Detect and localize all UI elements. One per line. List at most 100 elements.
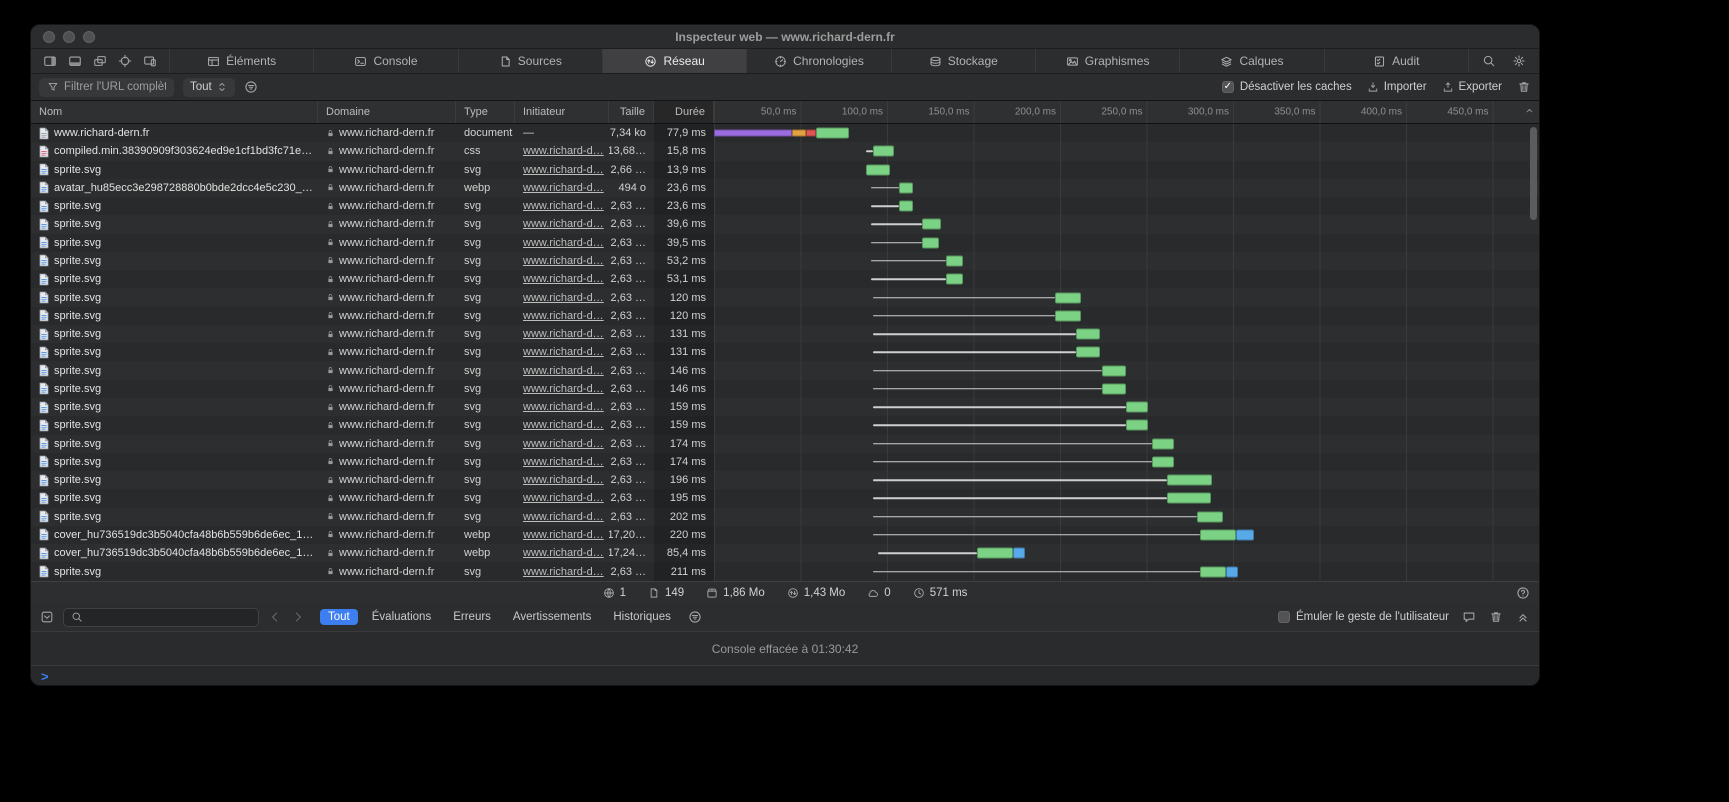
console-prompt-row[interactable]: > <box>31 666 1539 686</box>
help-button[interactable] <box>1516 586 1530 600</box>
initiator-link[interactable]: www.richard-d… <box>523 237 604 249</box>
initiator-link[interactable]: www.richard-d… <box>523 218 604 230</box>
initiator-link[interactable]: www.richard-d… <box>523 346 604 358</box>
initiator-link[interactable]: www.richard-d… <box>523 145 604 157</box>
console-scope-avertissements[interactable]: Avertissements <box>505 609 599 625</box>
initiator-link[interactable]: www.richard-d… <box>523 566 604 578</box>
initiator-link[interactable]: www.richard-d… <box>523 164 604 176</box>
initiator-link[interactable]: www.richard-d… <box>523 511 604 523</box>
console-search-input[interactable] <box>88 611 251 623</box>
table-row[interactable]: sprite.svgwww.richard-dern.frsvgwww.rich… <box>31 252 1539 270</box>
table-row[interactable]: sprite.svgwww.richard-dern.frsvgwww.rich… <box>31 398 1539 416</box>
console-scope-erreurs[interactable]: Erreurs <box>445 609 499 625</box>
previous-result-button[interactable] <box>268 610 282 624</box>
console-pane-icon[interactable] <box>1462 610 1476 624</box>
table-row[interactable]: sprite.svgwww.richard-dern.frsvgwww.rich… <box>31 435 1539 453</box>
column-header-nom[interactable]: Nom <box>31 101 318 123</box>
table-row[interactable]: compiled.min.38390909f303624ed9e1cf1bd3f… <box>31 142 1539 160</box>
initiator-link[interactable]: www.richard-d… <box>523 401 604 413</box>
table-row[interactable]: www.richard-dern.frwww.richard-dern.frdo… <box>31 124 1539 142</box>
table-row[interactable]: sprite.svgwww.richard-dern.frsvgwww.rich… <box>31 325 1539 343</box>
import-button[interactable]: Importer <box>1367 81 1427 93</box>
column-header-duree[interactable]: Durée <box>654 101 714 123</box>
chevron-up-icon[interactable] <box>1524 105 1535 119</box>
table-row[interactable]: sprite.svgwww.richard-dern.frsvgwww.rich… <box>31 380 1539 398</box>
table-row[interactable]: sprite.svgwww.richard-dern.frsvgwww.rich… <box>31 307 1539 325</box>
next-result-button[interactable] <box>291 610 305 624</box>
trash-icon[interactable] <box>1489 610 1503 624</box>
console-scope-tout[interactable]: Tout <box>320 609 358 625</box>
search-icon[interactable] <box>1482 54 1496 68</box>
emulate-user-gesture-checkbox[interactable]: Émuler le geste de l'utilisateur <box>1278 611 1449 623</box>
table-row[interactable]: avatar_hu85ecc3e298728880b0bde2dcc4e5c23… <box>31 179 1539 197</box>
table-row[interactable]: sprite.svgwww.richard-dern.frsvgwww.rich… <box>31 508 1539 526</box>
initiator-link[interactable]: www.richard-d… <box>523 255 604 267</box>
tab-audit[interactable]: Audit <box>1324 49 1468 73</box>
initiator-link[interactable]: www.richard-d… <box>523 365 604 377</box>
disable-caches-checkbox[interactable]: Désactiver les caches <box>1222 81 1352 93</box>
initiator-link[interactable]: www.richard-d… <box>523 419 604 431</box>
table-row[interactable]: sprite.svgwww.richard-dern.frsvgwww.rich… <box>31 288 1539 306</box>
table-row[interactable]: cover_hu736519dc3b5040cfa48b6b559b6de6ec… <box>31 526 1539 544</box>
column-header-type[interactable]: Type <box>456 101 515 123</box>
console-scope-évaluations[interactable]: Évaluations <box>364 609 439 625</box>
filter-circle-icon[interactable] <box>244 80 258 94</box>
initiator-link[interactable]: www.richard-d… <box>523 383 604 395</box>
initiator-link[interactable]: www.richard-d… <box>523 273 604 285</box>
initiator-link[interactable]: www.richard-d… <box>523 529 604 541</box>
export-button[interactable]: Exporter <box>1442 81 1502 93</box>
dock-bottom-icon[interactable] <box>68 54 82 68</box>
tab-network[interactable]: Réseau <box>602 49 746 73</box>
tab-elements[interactable]: Éléments <box>169 49 313 73</box>
table-row[interactable]: sprite.svgwww.richard-dern.frsvgwww.rich… <box>31 453 1539 471</box>
initiator-link[interactable]: www.richard-d… <box>523 310 604 322</box>
minimize-button[interactable] <box>63 31 75 43</box>
resource-type-dropdown[interactable]: Tout <box>183 78 235 97</box>
tab-layers[interactable]: Calques <box>1179 49 1323 73</box>
table-row[interactable]: sprite.svgwww.richard-dern.frsvgwww.rich… <box>31 471 1539 489</box>
tab-graphics[interactable]: Graphismes <box>1035 49 1179 73</box>
console-scope-historiques[interactable]: Historiques <box>605 609 679 625</box>
settings-icon[interactable] <box>1512 54 1526 68</box>
table-row[interactable]: sprite.svgwww.richard-dern.frsvgwww.rich… <box>31 197 1539 215</box>
dock-right-icon[interactable] <box>43 54 57 68</box>
initiator-link[interactable]: www.richard-d… <box>523 474 604 486</box>
table-row[interactable]: sprite.svgwww.richard-dern.frsvgwww.rich… <box>31 161 1539 179</box>
tab-timelines[interactable]: Chronologies <box>746 49 890 73</box>
tab-sources[interactable]: Sources <box>458 49 602 73</box>
inspect-element-icon[interactable] <box>118 54 132 68</box>
table-row[interactable]: sprite.svgwww.richard-dern.frsvgwww.rich… <box>31 343 1539 361</box>
table-row[interactable]: sprite.svgwww.richard-dern.frsvgwww.rich… <box>31 489 1539 507</box>
close-button[interactable] <box>43 31 55 43</box>
initiator-link[interactable]: www.richard-d… <box>523 200 604 212</box>
vertical-scrollbar[interactable] <box>1530 127 1537 220</box>
console-search-field[interactable] <box>63 608 259 627</box>
table-row[interactable]: sprite.svgwww.richard-dern.frsvgwww.rich… <box>31 562 1539 580</box>
table-row[interactable]: cover_hu736519dc3b5040cfa48b6b559b6de6ec… <box>31 544 1539 562</box>
undock-icon[interactable] <box>93 54 107 68</box>
table-row[interactable]: sprite.svgwww.richard-dern.frsvgwww.rich… <box>31 416 1539 434</box>
column-header-domaine[interactable]: Domaine <box>318 101 456 123</box>
initiator-link[interactable]: www.richard-d… <box>523 438 604 450</box>
column-header-taille[interactable]: Taille <box>609 101 654 123</box>
responsive-mode-icon[interactable] <box>143 54 157 68</box>
tab-storage[interactable]: Stockage <box>891 49 1035 73</box>
initiator-link[interactable]: www.richard-d… <box>523 182 604 194</box>
url-filter-field[interactable] <box>39 78 174 97</box>
column-header-initiateur[interactable]: Initiateur <box>515 101 609 123</box>
url-filter-input[interactable] <box>64 81 166 93</box>
initiator-link[interactable]: www.richard-d… <box>523 456 604 468</box>
table-row[interactable]: sprite.svgwww.richard-dern.frsvgwww.rich… <box>31 361 1539 379</box>
console-filter-icon[interactable] <box>40 610 54 624</box>
zoom-button[interactable] <box>83 31 95 43</box>
table-row[interactable]: sprite.svgwww.richard-dern.frsvgwww.rich… <box>31 234 1539 252</box>
table-row[interactable]: sprite.svgwww.richard-dern.frsvgwww.rich… <box>31 270 1539 288</box>
initiator-link[interactable]: www.richard-d… <box>523 328 604 340</box>
initiator-link[interactable]: www.richard-d… <box>523 492 604 504</box>
tab-console[interactable]: Console <box>313 49 457 73</box>
initiator-link[interactable]: www.richard-d… <box>523 292 604 304</box>
clear-network-button[interactable] <box>1517 80 1531 94</box>
console-filter-circle-icon[interactable] <box>688 610 702 624</box>
initiator-link[interactable]: www.richard-d… <box>523 547 604 559</box>
table-row[interactable]: sprite.svgwww.richard-dern.frsvgwww.rich… <box>31 215 1539 233</box>
